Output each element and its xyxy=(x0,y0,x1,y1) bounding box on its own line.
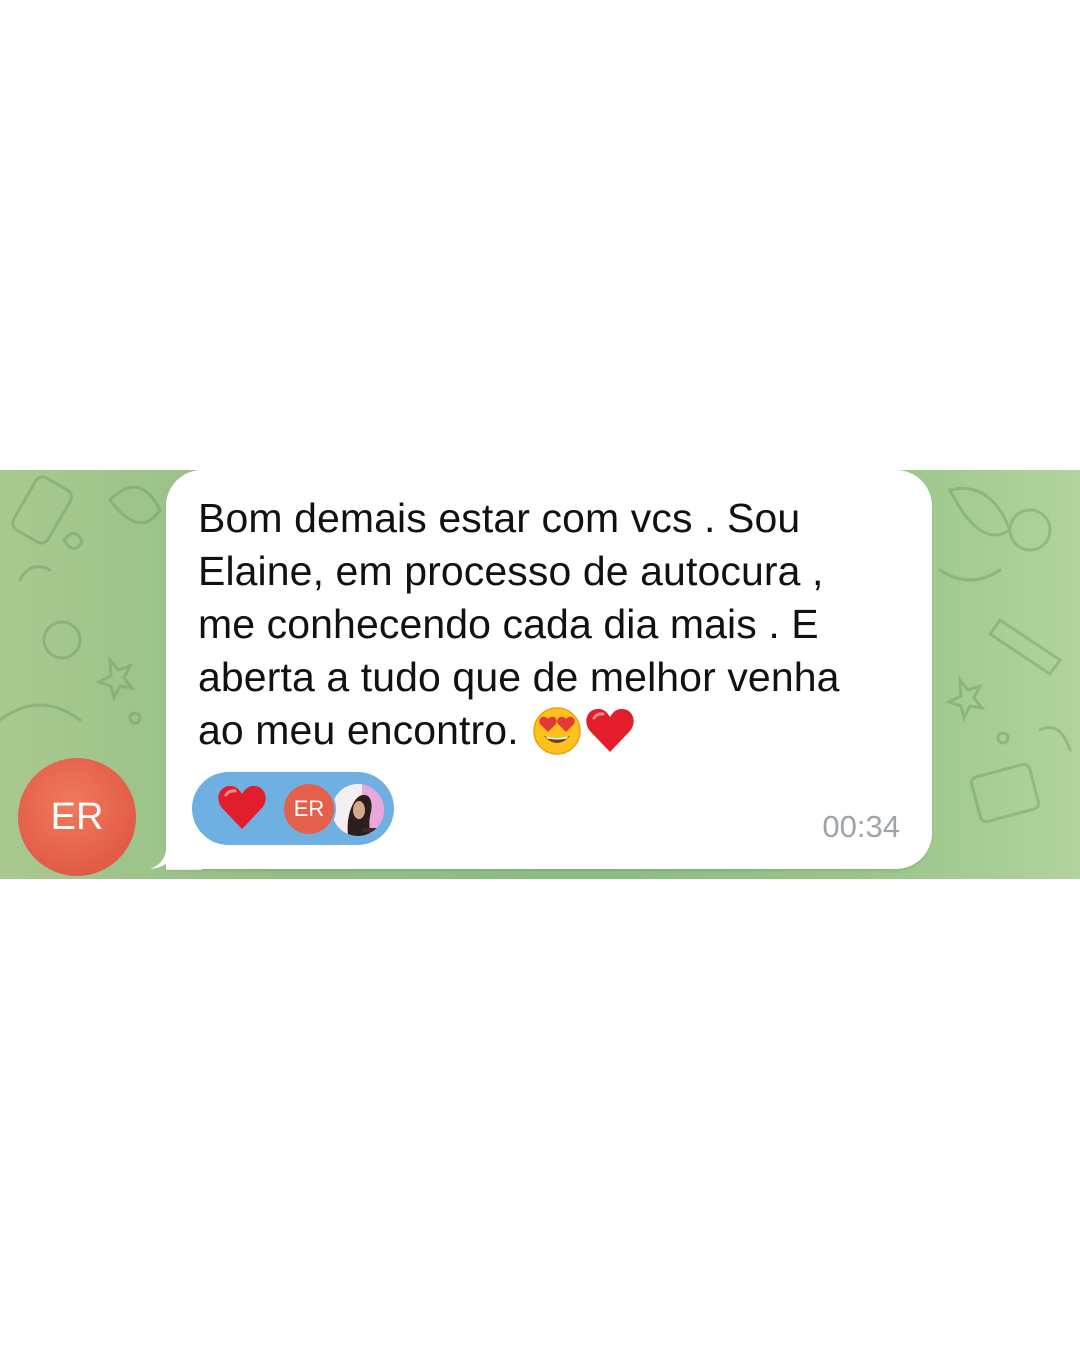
sender-avatar-initials: ER xyxy=(50,795,104,838)
sender-avatar[interactable]: ER xyxy=(18,758,136,876)
reactor-avatar-initials: ER xyxy=(293,796,325,821)
reactor-photo-avatar xyxy=(332,784,384,836)
chat-background: ER Bom demais estar com vcs . Sou Elaine… xyxy=(0,470,1080,879)
red-heart-emoji-icon xyxy=(584,706,636,769)
message-timestamp: 00:34 xyxy=(822,809,900,844)
message-text: Bom demais estar com vcs . Sou Elaine, e… xyxy=(198,492,918,769)
reactor-avatar: ER xyxy=(284,784,334,834)
reaction-pill[interactable]: ER xyxy=(192,772,394,845)
message-line: ao meu encontro. xyxy=(198,707,519,753)
heart-eyes-emoji-icon xyxy=(532,706,582,769)
reaction-heart-icon xyxy=(216,782,268,839)
message-line: Elaine, em processo de autocura , xyxy=(198,548,824,594)
message-last-line: ao meu encontro. xyxy=(198,704,918,769)
message-bubble[interactable]: Bom demais estar com vcs . Sou Elaine, e… xyxy=(166,470,932,869)
message-line: aberta a tudo que de melhor venha xyxy=(198,654,840,700)
message-line: me conhecendo cada dia mais . E xyxy=(198,601,819,647)
message-line: Bom demais estar com vcs . Sou xyxy=(198,495,801,541)
